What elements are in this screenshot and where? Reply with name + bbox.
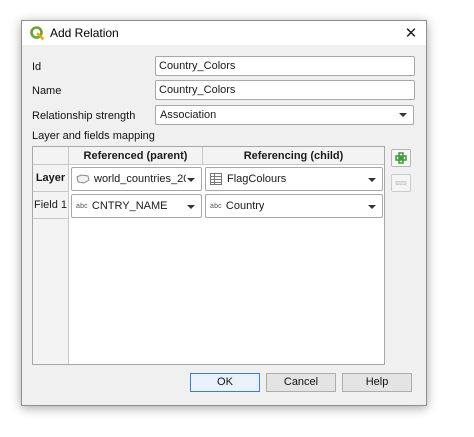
id-label: Id [32,61,42,73]
row-header-layer: Layer [33,165,69,192]
parent-field-dropdown[interactable]: abc CNTRY_NAME [71,194,202,218]
close-button[interactable]: ✕ [396,21,426,45]
id-input[interactable]: Country_Colors [155,56,415,76]
abc-field-icon: abc [210,202,222,210]
strength-dropdown[interactable]: Association [155,105,414,125]
id-input-value: Country_Colors [159,60,236,72]
polygon-layer-icon [76,174,90,184]
child-layer-value: FlagColours [227,173,287,185]
child-layer-dropdown[interactable]: FlagColours [205,167,383,191]
add-field-pair-icon [395,152,407,164]
col-header-child[interactable]: Referencing (child) [203,147,384,165]
child-field-dropdown[interactable]: abc Country [205,194,383,218]
chevron-down-icon [399,113,407,117]
ok-button[interactable]: OK [190,373,260,392]
close-icon: ✕ [404,25,418,42]
parent-layer-value: world_countries_202 [94,173,186,185]
name-input[interactable]: Country_Colors [155,80,415,100]
table-layer-icon [210,173,222,185]
remove-field-pair-icon [395,181,407,185]
dialog-title: Add Relation [50,26,119,40]
mapping-label: Layer and fields mapping [32,130,155,142]
chevron-down-icon [187,178,195,182]
parent-field-value: CNTRY_NAME [91,200,168,212]
add-relation-dialog: Add Relation ✕ Id Country_Colors Name Co… [21,20,427,406]
row-header-filler [33,219,69,364]
title-bar[interactable]: Add Relation ✕ [22,21,426,45]
chevron-down-icon [368,205,376,209]
add-field-pair-button[interactable] [391,149,411,167]
table-corner [33,147,69,165]
strength-value: Association [160,109,217,121]
help-button[interactable]: Help [342,373,412,392]
col-header-parent[interactable]: Referenced (parent) [69,147,203,165]
row-header-field-1: Field 1 [33,192,69,219]
parent-layer-dropdown[interactable]: world_countries_202 [71,167,202,191]
chevron-down-icon [368,178,376,182]
chevron-down-icon [187,205,195,209]
child-field-value: Country [225,200,265,212]
cancel-button[interactable]: Cancel [266,373,336,392]
abc-field-icon: abc [76,202,88,210]
remove-field-pair-button[interactable] [391,174,411,192]
mapping-table[interactable]: Referenced (parent) Referencing (child) … [32,146,385,365]
name-label: Name [32,85,62,97]
qgis-logo-icon [30,26,44,40]
strength-label: Relationship strength [32,110,136,122]
name-input-value: Country_Colors [159,84,236,96]
